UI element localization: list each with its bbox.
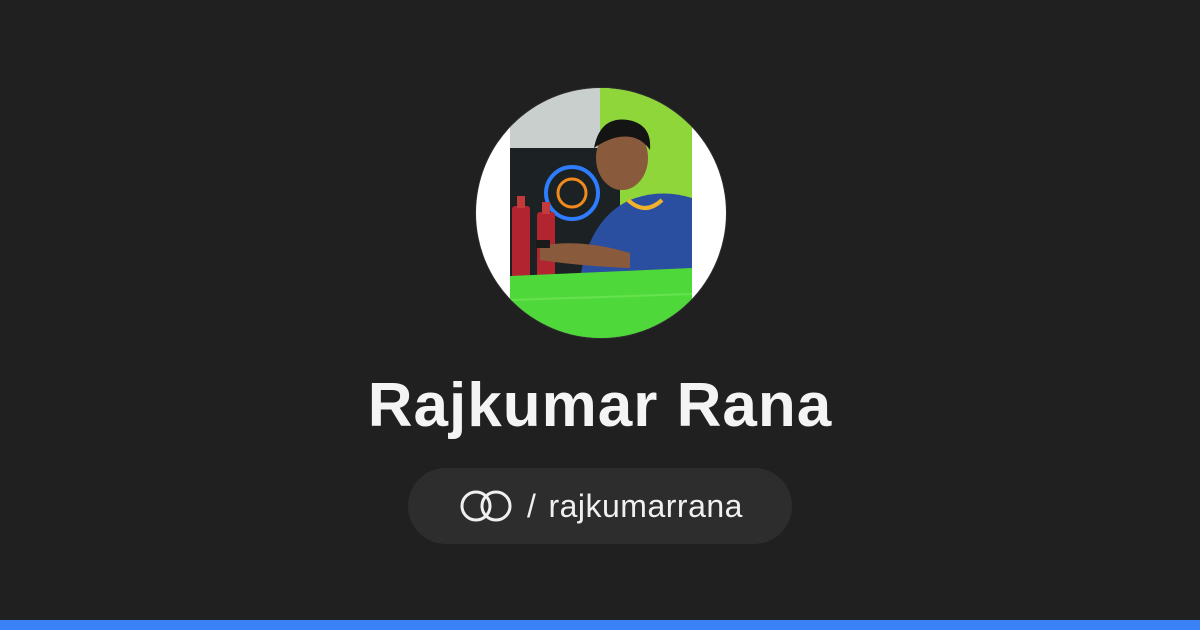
profile-handle: rajkumarrana xyxy=(548,487,743,524)
profile-name: Rajkumar Rana xyxy=(367,371,833,440)
avatar-photo xyxy=(510,88,692,338)
profile-link-pill[interactable]: / rajkumarrana xyxy=(408,468,792,544)
avatar[interactable] xyxy=(476,88,726,338)
path-separator: / xyxy=(527,487,537,524)
accent-bar xyxy=(0,620,1200,630)
profile-card: Rajkumar Rana / rajkumarrana xyxy=(0,0,1200,630)
linked-rings-icon xyxy=(457,489,515,523)
